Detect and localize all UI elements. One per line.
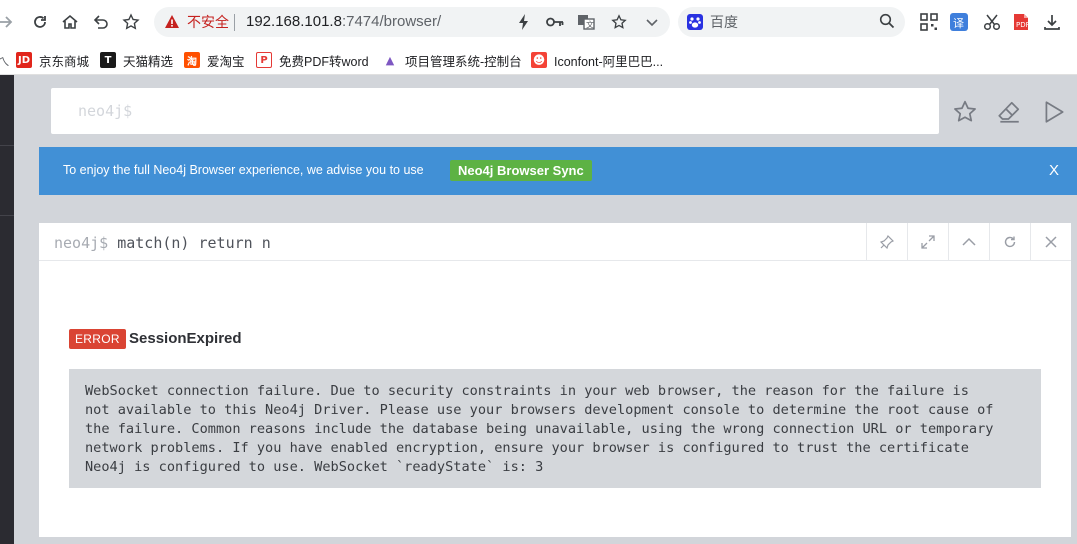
chevron-down-icon[interactable]	[642, 12, 662, 32]
search-box[interactable]: 百度	[678, 7, 905, 37]
close-icon[interactable]	[1030, 223, 1071, 261]
omnibox-divider	[234, 14, 235, 31]
nav-divider	[0, 215, 14, 216]
error-title: SessionExpired	[129, 330, 242, 347]
collapse-chevron-icon[interactable]	[948, 223, 989, 261]
baidu-icon	[687, 14, 703, 30]
run-play-icon[interactable]	[1040, 98, 1068, 126]
pin-icon[interactable]	[866, 223, 907, 261]
bookmark-tmall[interactable]: T 天猫精选	[100, 51, 173, 69]
eraser-icon[interactable]	[995, 98, 1023, 126]
forward-icon[interactable]	[0, 10, 18, 34]
frame-prompt: neo4j$	[54, 234, 109, 252]
bookmark-label: 项目管理系统-控制台	[405, 54, 522, 69]
error-message: WebSocket connection failure. Due to sec…	[85, 383, 994, 475]
svg-text:文: 文	[586, 20, 594, 30]
bookmark-jd[interactable]: JD 京东商城	[16, 51, 89, 69]
jd-icon: JD	[16, 52, 32, 68]
warning-icon	[164, 14, 180, 35]
reload-icon[interactable]	[28, 10, 52, 34]
nav-divider	[0, 145, 14, 146]
search-icon[interactable]	[879, 13, 895, 34]
tmall-icon: T	[100, 52, 116, 68]
error-message-box: WebSocket connection failure. Due to sec…	[69, 369, 1041, 488]
download-icon[interactable]	[1040, 10, 1064, 34]
result-frame: neo4j$ match(n) return n ERROR SessionEx…	[39, 223, 1071, 537]
rerun-icon[interactable]	[989, 223, 1030, 261]
expand-icon[interactable]	[907, 223, 948, 261]
bookmark-label: Iconfont-阿里巴巴...	[554, 54, 664, 69]
translate-ext-icon[interactable]: 译	[947, 10, 971, 34]
bookmark-taobao[interactable]: 淘 爱淘宝	[184, 51, 245, 69]
pdf-icon: P	[256, 52, 272, 68]
svg-text:译: 译	[953, 17, 964, 30]
apps-icon[interactable]: ㄟ	[0, 53, 10, 70]
bookmark-star-icon[interactable]	[119, 10, 143, 34]
browser-toolbar: 不安全 192.168.101.8:7474/browser/ 文 百度 译 P…	[0, 0, 1077, 44]
menu-icon[interactable]	[1068, 10, 1077, 34]
translate-icon[interactable]: 文	[576, 12, 596, 32]
bookmark-pdf[interactable]: P 免费PDF转word	[256, 51, 369, 69]
home-icon[interactable]	[58, 10, 82, 34]
browser-sync-button[interactable]: Neo4j Browser Sync	[450, 160, 592, 181]
neo4j-browser-page: neo4j$ To enjoy the full Neo4j Browser e…	[0, 75, 1077, 544]
url-host: 192.168.101.8	[246, 13, 342, 30]
qrcode-icon[interactable]	[917, 10, 941, 34]
project-icon: ▲	[382, 52, 398, 68]
insecure-label[interactable]: 不安全	[187, 14, 229, 30]
left-nav-strip	[0, 75, 14, 544]
frame-query: match(n) return n	[117, 234, 271, 252]
bookmark-label: 京东商城	[39, 54, 90, 69]
undo-icon[interactable]	[89, 10, 113, 34]
query-editor[interactable]: neo4j$	[51, 88, 939, 134]
star-icon[interactable]	[609, 12, 629, 32]
taobao-icon: 淘	[184, 52, 200, 68]
sync-banner: To enjoy the full Neo4j Browser experien…	[39, 147, 1077, 195]
url-text[interactable]: 192.168.101.8:7474/browser/	[246, 13, 441, 31]
bookmark-iconfont[interactable]: ☻ Iconfont-阿里巴巴...	[531, 51, 663, 69]
bookmark-label: 免费PDF转word	[279, 54, 369, 69]
address-bar[interactable]: 不安全 192.168.101.8:7474/browser/ 文	[154, 7, 670, 37]
editor-prompt: neo4j$	[78, 102, 133, 120]
svg-text:PDF: PDF	[1016, 21, 1029, 29]
frame-command[interactable]: neo4j$ match(n) return n	[54, 234, 271, 252]
search-placeholder: 百度	[710, 14, 738, 30]
lightning-icon[interactable]	[514, 12, 534, 32]
bookmark-project[interactable]: ▲ 项目管理系统-控制台	[382, 51, 522, 69]
frame-header: neo4j$ match(n) return n	[39, 223, 1071, 261]
bookmark-label: 爱淘宝	[207, 54, 245, 69]
iconfont-icon: ☻	[531, 52, 547, 68]
bookmark-label: 天猫精选	[123, 54, 174, 69]
favorite-star-icon[interactable]	[951, 98, 979, 126]
url-path: :7474/browser/	[341, 13, 442, 30]
key-icon[interactable]	[545, 12, 565, 32]
banner-close-button[interactable]: X	[1049, 162, 1059, 179]
error-badge: ERROR	[69, 329, 126, 349]
scissors-icon[interactable]	[980, 10, 1004, 34]
pdf-icon[interactable]: PDF	[1009, 10, 1033, 34]
bookmarks-bar: ㄟ JD 京东商城 T 天猫精选 淘 爱淘宝 P 免费PDF转word ▲ 项目…	[0, 44, 1077, 75]
banner-text: To enjoy the full Neo4j Browser experien…	[63, 163, 424, 177]
